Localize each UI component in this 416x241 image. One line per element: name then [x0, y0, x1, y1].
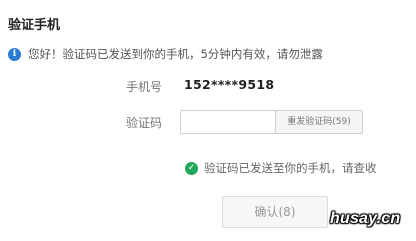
watermark-logo: husay.cn	[330, 210, 401, 227]
verification-code-input[interactable]	[180, 110, 276, 134]
confirm-button[interactable]: 确认(8)	[222, 196, 328, 228]
notice-text: 您好！验证码已发送到你的手机，5分钟内有效，请勿泄露	[28, 47, 323, 61]
info-notice: i 您好！验证码已发送到你的手机，5分钟内有效，请勿泄露	[8, 46, 323, 62]
verification-code-label: 验证码	[126, 116, 163, 130]
page-title: 验证手机	[8, 18, 61, 33]
phone-number: 152****9518	[184, 77, 275, 92]
phone-label: 手机号	[126, 80, 163, 94]
check-icon: ✓	[185, 161, 198, 175]
status-text: 验证码已发送至你的手机，请查收	[204, 161, 377, 175]
resend-code-button[interactable]: 重发验证码(59)	[275, 110, 363, 134]
code-sent-status: ✓ 验证码已发送至你的手机，请查收	[185, 160, 377, 176]
info-icon: i	[8, 47, 21, 61]
